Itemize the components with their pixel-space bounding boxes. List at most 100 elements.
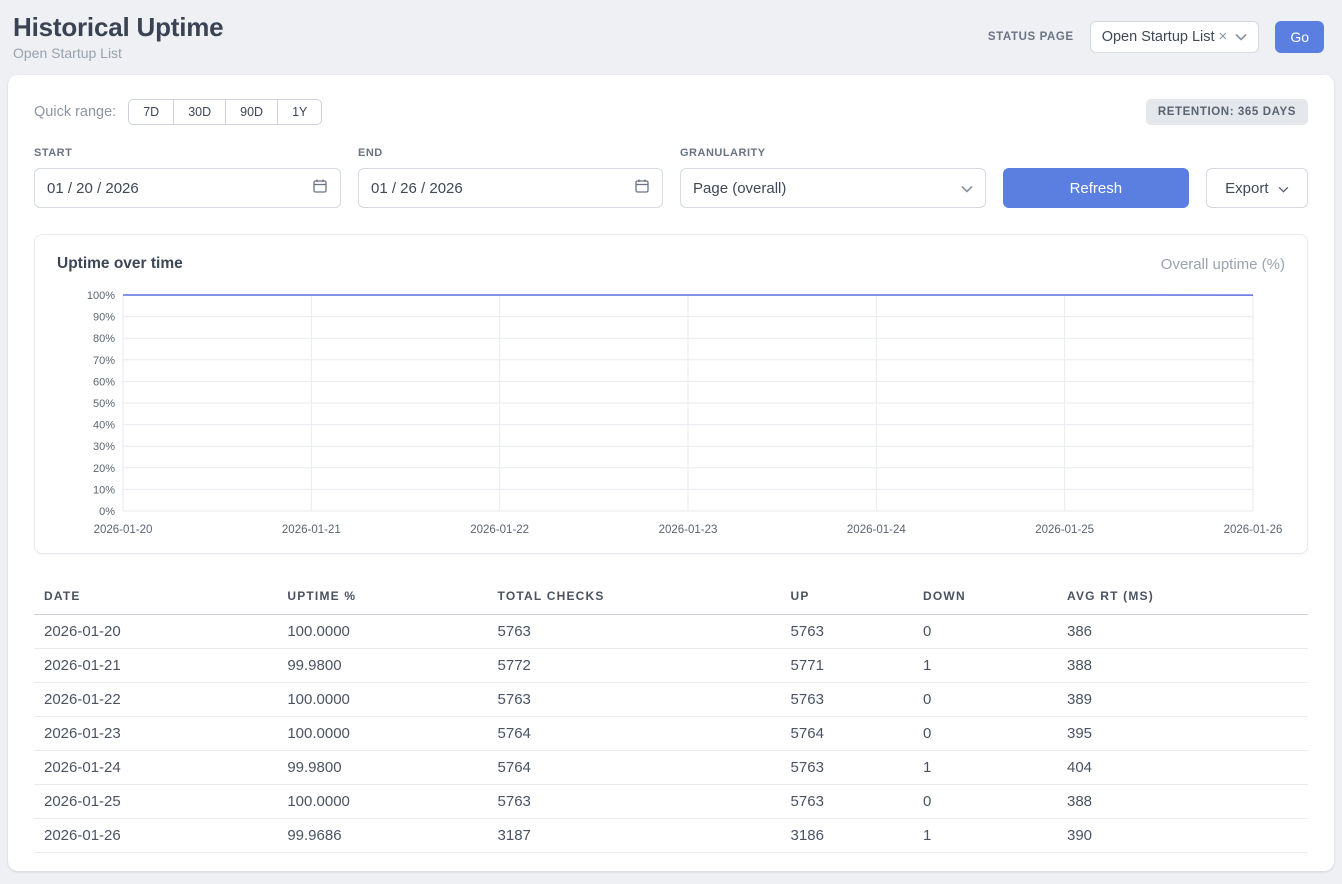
table-cell: 404 (1057, 751, 1308, 785)
table-cell: 386 (1057, 615, 1308, 649)
table-body: 2026-01-20100.00005763576303862026-01-21… (34, 615, 1308, 853)
table-cell: 5763 (781, 683, 913, 717)
svg-text:2026-01-24: 2026-01-24 (847, 524, 906, 536)
table-cell: 1 (913, 819, 1057, 853)
table-cell: 100.0000 (277, 615, 487, 649)
end-date-value: 01 / 26 / 2026 (371, 180, 463, 197)
chevron-down-icon (961, 180, 973, 197)
quick-range-90d[interactable]: 90D (225, 99, 278, 125)
table-cell: 388 (1057, 649, 1308, 683)
column-header: DATE (34, 578, 277, 615)
calendar-icon[interactable] (634, 178, 650, 198)
column-header: AVG RT (MS) (1057, 578, 1308, 615)
table-cell: 2026-01-20 (34, 615, 277, 649)
svg-text:10%: 10% (93, 484, 115, 496)
svg-text:30%: 30% (93, 441, 115, 453)
svg-text:2026-01-21: 2026-01-21 (282, 524, 341, 536)
header-controls: STATUS PAGE Open Startup List × Go (988, 21, 1324, 53)
granularity-value: Page (overall) (693, 180, 786, 197)
chevron-down-icon (1278, 180, 1289, 197)
table-cell: 100.0000 (277, 785, 487, 819)
go-button[interactable]: Go (1275, 21, 1324, 53)
svg-text:80%: 80% (93, 333, 115, 345)
quick-range-label: Quick range: (34, 104, 116, 120)
filter-form: START 01 / 20 / 2026 END 01 / 26 / 2026 (34, 147, 1308, 208)
chart-title: Uptime over time (57, 255, 183, 273)
page: Historical Uptime Open Startup List STAT… (0, 0, 1342, 884)
table-cell: 388 (1057, 785, 1308, 819)
quick-range-group: 7D 30D 90D 1Y (128, 99, 322, 125)
table-cell: 5763 (488, 683, 781, 717)
quick-range-7d[interactable]: 7D (128, 99, 174, 125)
page-subtitle: Open Startup List (13, 45, 223, 61)
table-cell: 2026-01-21 (34, 649, 277, 683)
clear-icon[interactable]: × (1219, 29, 1228, 44)
svg-text:2026-01-25: 2026-01-25 (1035, 524, 1094, 536)
table-cell: 389 (1057, 683, 1308, 717)
granularity-label: GRANULARITY (680, 147, 986, 159)
title-block: Historical Uptime Open Startup List (13, 12, 223, 61)
export-label: Export (1225, 180, 1268, 197)
svg-text:0%: 0% (99, 506, 115, 518)
table-cell: 99.9800 (277, 649, 487, 683)
svg-text:2026-01-22: 2026-01-22 (470, 524, 529, 536)
table-cell: 2026-01-22 (34, 683, 277, 717)
svg-text:70%: 70% (93, 355, 115, 367)
start-date-label: START (34, 147, 341, 159)
quick-range-row: Quick range: 7D 30D 90D 1Y RETENTION: 36… (34, 99, 1308, 125)
chart-header: Uptime over time Overall uptime (%) (57, 255, 1285, 273)
column-header: TOTAL CHECKS (488, 578, 781, 615)
calendar-icon[interactable] (312, 178, 328, 198)
svg-text:40%: 40% (93, 420, 115, 432)
page-header: Historical Uptime Open Startup List STAT… (0, 0, 1342, 69)
table-cell: 5763 (781, 751, 913, 785)
start-date-input[interactable]: 01 / 20 / 2026 (34, 168, 341, 208)
end-date-field: END 01 / 26 / 2026 (358, 147, 663, 208)
quick-range-30d[interactable]: 30D (173, 99, 226, 125)
table-cell: 3186 (781, 819, 913, 853)
granularity-select[interactable]: Page (overall) (680, 168, 986, 208)
export-button[interactable]: Export (1206, 168, 1308, 208)
table-cell: 99.9800 (277, 751, 487, 785)
table-header: DATEUPTIME %TOTAL CHECKSUPDOWNAVG RT (MS… (34, 578, 1308, 615)
table-cell: 5763 (488, 615, 781, 649)
table-cell: 395 (1057, 717, 1308, 751)
end-date-input[interactable]: 01 / 26 / 2026 (358, 168, 663, 208)
table-header-row: DATEUPTIME %TOTAL CHECKSUPDOWNAVG RT (MS… (34, 578, 1308, 615)
status-page-value: Open Startup List (1102, 29, 1215, 45)
table-row: 2026-01-2499.9800576457631404 (34, 751, 1308, 785)
table-cell: 5771 (781, 649, 913, 683)
table-cell: 1 (913, 649, 1057, 683)
uptime-table: DATEUPTIME %TOTAL CHECKSUPDOWNAVG RT (MS… (34, 578, 1308, 853)
table-cell: 1 (913, 751, 1057, 785)
svg-text:60%: 60% (93, 376, 115, 388)
quick-range-1y[interactable]: 1Y (277, 99, 322, 125)
table-cell: 2026-01-23 (34, 717, 277, 751)
table-cell: 100.0000 (277, 683, 487, 717)
table-cell: 0 (913, 615, 1057, 649)
svg-text:2026-01-26: 2026-01-26 (1224, 524, 1283, 536)
table-cell: 2026-01-24 (34, 751, 277, 785)
svg-text:2026-01-23: 2026-01-23 (659, 524, 718, 536)
status-page-select[interactable]: Open Startup List × (1090, 21, 1260, 53)
uptime-chart-card: Uptime over time Overall uptime (%) 0% 10… (34, 234, 1308, 554)
table-cell: 5763 (781, 785, 913, 819)
table-cell: 390 (1057, 819, 1308, 853)
table-cell: 100.0000 (277, 717, 487, 751)
table-cell: 99.9686 (277, 819, 487, 853)
refresh-button[interactable]: Refresh (1003, 168, 1189, 208)
chart-legend: Overall uptime (%) (1161, 256, 1285, 273)
end-date-label: END (358, 147, 663, 159)
table-cell: 3187 (488, 819, 781, 853)
table-row: 2026-01-25100.0000576357630388 (34, 785, 1308, 819)
table-cell: 5764 (781, 717, 913, 751)
table-row: 2026-01-2699.9686318731861390 (34, 819, 1308, 853)
table-cell: 2026-01-26 (34, 819, 277, 853)
table-cell: 5764 (488, 717, 781, 751)
page-title: Historical Uptime (13, 12, 223, 43)
table-cell: 5772 (488, 649, 781, 683)
svg-text:50%: 50% (93, 398, 115, 410)
table-cell: 0 (913, 785, 1057, 819)
table-row: 2026-01-2199.9800577257711388 (34, 649, 1308, 683)
table-cell: 5763 (781, 615, 913, 649)
